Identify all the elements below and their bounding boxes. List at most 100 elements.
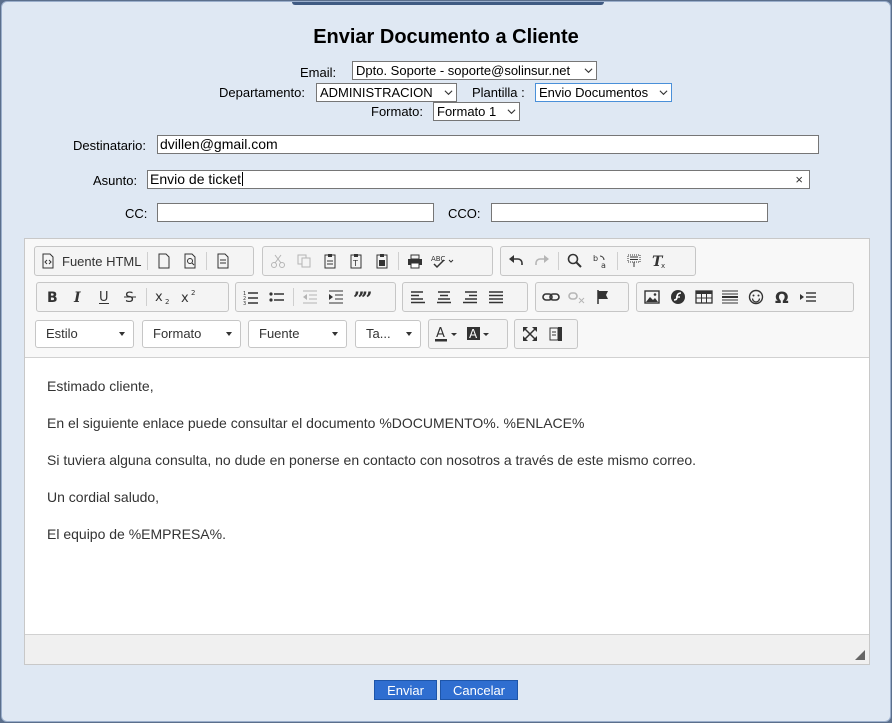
cc-input[interactable]: [157, 203, 434, 222]
link-button[interactable]: [538, 284, 564, 310]
asunto-input[interactable]: Envio de ticket ×: [147, 170, 810, 189]
maximize-button[interactable]: [517, 321, 543, 347]
subscript-button[interactable]: x2: [150, 284, 176, 310]
paste-text-button[interactable]: T: [343, 248, 369, 274]
font-combo-label: Fuente: [259, 326, 300, 341]
chevron-down-icon: [584, 68, 593, 74]
text-color-button[interactable]: A: [431, 321, 463, 347]
numbered-list-icon: 123: [243, 291, 258, 305]
underline-button[interactable]: U: [91, 284, 117, 310]
superscript-button[interactable]: x2: [176, 284, 202, 310]
page-break-button[interactable]: [795, 284, 821, 310]
copy-button[interactable]: [291, 248, 317, 274]
align-right-button[interactable]: [457, 284, 483, 310]
basic-styles-group: B I U S x2 x2: [36, 282, 229, 312]
table-icon: [695, 290, 713, 304]
email-select-value: Dpto. Soporte - soporte@solinsur.net: [356, 63, 571, 78]
italic-button[interactable]: I: [65, 284, 91, 310]
size-combo[interactable]: Ta...: [355, 320, 421, 348]
cancel-button[interactable]: Cancelar: [440, 680, 518, 700]
content-line: Si tuviera alguna consulta, no dude en p…: [47, 452, 697, 468]
svg-text:U: U: [99, 290, 109, 305]
print-button[interactable]: [402, 248, 428, 274]
bold-button[interactable]: B: [39, 284, 65, 310]
align-center-button[interactable]: [431, 284, 457, 310]
blockquote-icon: ””: [353, 289, 371, 305]
font-combo[interactable]: Fuente: [248, 320, 347, 348]
paste-button[interactable]: [317, 248, 343, 274]
svg-text:b: b: [593, 254, 598, 263]
preview-button[interactable]: [177, 248, 203, 274]
unlink-icon: [568, 292, 585, 304]
svg-text:Ω: Ω: [775, 289, 789, 305]
undo-icon: [509, 255, 523, 265]
remove-format-button[interactable]: Tx: [647, 248, 673, 274]
select-all-button[interactable]: [621, 248, 647, 274]
indent-button[interactable]: [323, 284, 349, 310]
maximize-icon: [523, 327, 537, 341]
new-page-button[interactable]: [151, 248, 177, 274]
cco-label: CCO:: [448, 206, 481, 221]
chevron-down-icon: [659, 90, 668, 96]
blockquote-button[interactable]: ””: [349, 284, 375, 310]
strike-button[interactable]: S: [117, 284, 143, 310]
content-line: Estimado cliente,: [47, 378, 154, 394]
paste-word-button[interactable]: [369, 248, 395, 274]
find-button[interactable]: [562, 248, 588, 274]
rich-text-editor: Fuente HTML T ABC b a T x B I U S x 2 x …: [24, 238, 870, 665]
chevron-down-icon: [444, 90, 453, 96]
flash-button[interactable]: [665, 284, 691, 310]
bulleted-list-button[interactable]: [264, 284, 290, 310]
show-blocks-icon: [549, 327, 562, 341]
content-line: Un cordial saludo,: [47, 489, 160, 505]
svg-text:2: 2: [165, 298, 169, 305]
dialog-top-strip: [292, 2, 604, 5]
spellcheck-button[interactable]: ABC: [428, 248, 458, 274]
links-group: [535, 282, 629, 312]
cco-input[interactable]: [491, 203, 768, 222]
formato-select[interactable]: Formato 1: [433, 102, 520, 121]
destinatario-input[interactable]: dvillen@gmail.com: [157, 135, 819, 154]
templates-button[interactable]: [210, 248, 236, 274]
select-all-icon: [627, 254, 641, 267]
destinatario-label: Destinatario:: [73, 138, 146, 153]
departamento-select[interactable]: ADMINISTRACION: [316, 83, 457, 102]
editor-content[interactable]: Estimado cliente, En el siguiente enlace…: [25, 358, 869, 634]
horizontal-line-button[interactable]: [717, 284, 743, 310]
replace-button[interactable]: ba: [588, 248, 614, 274]
style-combo[interactable]: Estilo: [35, 320, 134, 348]
format-combo[interactable]: Formato: [142, 320, 241, 348]
departamento-select-value: ADMINISTRACION: [320, 85, 433, 100]
justify-button[interactable]: [483, 284, 509, 310]
send-button[interactable]: Enviar: [374, 680, 437, 700]
align-right-icon: [463, 291, 477, 304]
unlink-button[interactable]: [564, 284, 590, 310]
html-source-button[interactable]: Fuente HTML: [37, 248, 144, 274]
align-group: [402, 282, 528, 312]
clear-icon[interactable]: ×: [795, 171, 803, 188]
outdent-button[interactable]: [297, 284, 323, 310]
redo-button[interactable]: [529, 248, 555, 274]
email-select[interactable]: Dpto. Soporte - soporte@solinsur.net: [352, 61, 597, 80]
align-left-button[interactable]: [405, 284, 431, 310]
copy-icon: [297, 254, 311, 268]
flash-icon: [671, 290, 685, 304]
svg-text:x: x: [661, 262, 665, 269]
tools-group: [514, 319, 578, 349]
cut-button[interactable]: [265, 248, 291, 274]
formato-select-value: Formato 1: [437, 104, 497, 119]
toolbar-separator: [146, 288, 147, 306]
anchor-button[interactable]: [590, 284, 616, 310]
anchor-flag-icon: [597, 290, 608, 304]
svg-text:”: ”: [361, 289, 371, 305]
image-button[interactable]: [639, 284, 665, 310]
resize-handle-icon[interactable]: [855, 650, 865, 660]
bg-color-button[interactable]: A: [463, 321, 495, 347]
smiley-button[interactable]: [743, 284, 769, 310]
numbered-list-button[interactable]: 123: [238, 284, 264, 310]
special-char-button[interactable]: Ω: [769, 284, 795, 310]
plantilla-select[interactable]: Envio Documentos: [535, 83, 672, 102]
table-button[interactable]: [691, 284, 717, 310]
show-blocks-button[interactable]: [543, 321, 569, 347]
undo-button[interactable]: [503, 248, 529, 274]
